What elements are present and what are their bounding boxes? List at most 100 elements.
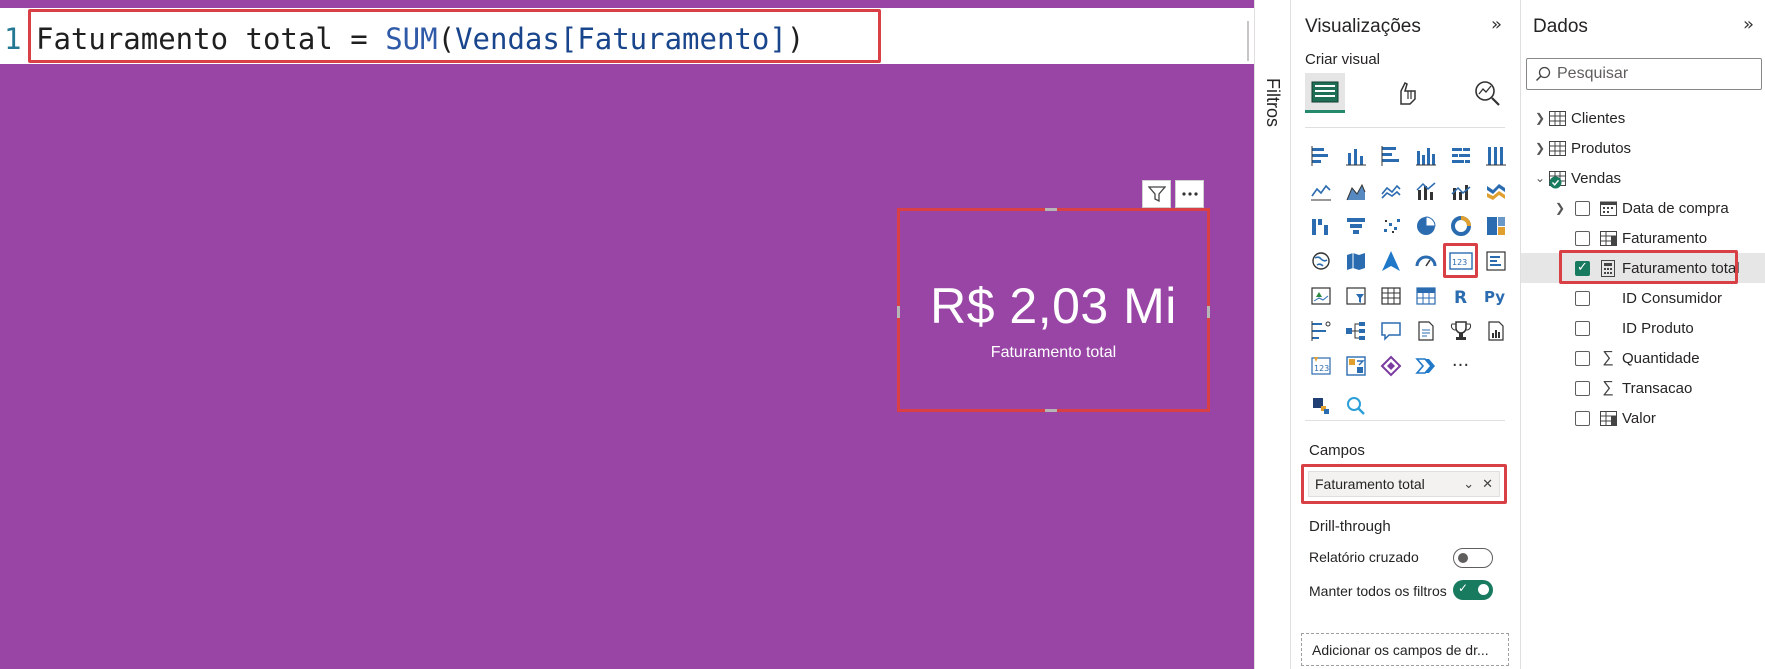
clustered-bar-chart-icon[interactable] [1373,138,1408,173]
field-parameter-icon[interactable] [1303,388,1338,423]
field-row-id-produto[interactable]: ID Produto [1521,313,1765,343]
decomposition-tree-icon[interactable] [1338,313,1373,348]
field-name: Transacao [1622,379,1693,397]
keep-all-filters-toggle[interactable]: ✓ [1453,580,1493,600]
resize-handle[interactable] [1207,306,1210,318]
field-row-faturamento[interactable]: Faturamento [1521,223,1765,253]
extra-visual-tools [1303,388,1373,423]
dax-formula-bar[interactable]: 1 Faturamento total = SUM(Vendas[Faturam… [0,8,1277,64]
card-visual[interactable]: R$ 2,03 Mi Faturamento total [897,208,1210,412]
donut-chart-icon[interactable] [1443,208,1478,243]
line-chart-icon[interactable] [1303,173,1338,208]
field-row-faturamento-total[interactable]: Faturamento total [1521,253,1765,283]
chevron-down-icon[interactable]: ⌄ [1463,476,1474,492]
100-stacked-column-chart-icon[interactable] [1478,138,1513,173]
data-search-box[interactable] [1526,58,1762,90]
more-options-icon[interactable] [1175,180,1204,208]
python-visual-icon[interactable]: Py [1478,278,1513,313]
collapse-pane-icon[interactable]: » [1743,14,1754,35]
stacked-bar-chart-icon[interactable] [1303,138,1338,173]
line-and-clustered-column-icon[interactable] [1443,173,1478,208]
field-checkbox-checked[interactable] [1575,259,1590,276]
field-row-valor[interactable]: Valor [1521,403,1765,433]
pie-chart-icon[interactable] [1408,208,1443,243]
card-visual-icon[interactable]: 123 [1443,243,1478,278]
r-script-visual-icon[interactable]: R [1443,278,1478,313]
formula-table: Vendas [455,22,560,56]
paginated-report-icon[interactable] [1478,313,1513,348]
field-row-quantidade[interactable]: ∑ Quantidade [1521,343,1765,373]
table-visual-icon[interactable] [1373,278,1408,313]
field-name: Valor [1622,409,1656,427]
field-checkbox[interactable] [1575,380,1590,396]
power-apps-icon[interactable]: 123 [1303,348,1338,383]
stacked-area-chart-icon[interactable] [1373,173,1408,208]
map-icon[interactable] [1303,243,1338,278]
field-checkbox[interactable] [1575,350,1590,366]
clustered-column-chart-icon[interactable] [1408,138,1443,173]
100-stacked-bar-chart-icon[interactable] [1443,138,1478,173]
visualizations-title: Visualizações [1305,16,1421,37]
ribbon-chart-icon[interactable] [1478,173,1513,208]
resize-handle[interactable] [1045,208,1057,211]
resize-handle[interactable] [1045,409,1057,412]
table-row-clientes[interactable]: ❯ Clientes [1521,103,1765,133]
azure-map-icon[interactable] [1373,243,1408,278]
table-name: Produtos [1571,139,1632,157]
tab-analytics[interactable] [1467,73,1507,113]
field-row-id-consumidor[interactable]: ID Consumidor [1521,283,1765,313]
field-checkbox[interactable] [1575,410,1590,426]
drill-through-drop-zone[interactable]: Adicionar os campos de dr... [1301,633,1509,666]
field-checkbox[interactable] [1575,320,1590,336]
chevron-down-icon[interactable]: ⌄ [1533,171,1547,185]
dax-formula-input[interactable]: Faturamento total = SUM(Vendas[Faturamen… [28,9,881,63]
data-pane: Dados » ❯ Clientes ❯ Produtos ⌄ Vendas ❯… [1520,0,1765,669]
field-checkbox[interactable] [1575,290,1590,306]
treemap-icon[interactable] [1478,208,1513,243]
field-row-transacao[interactable]: ∑ Transacao [1521,373,1765,403]
collapse-pane-icon[interactable]: » [1491,14,1502,35]
formula-measure-name: Faturamento total [36,22,333,56]
metrics-trophy-icon[interactable] [1443,313,1478,348]
line-and-stacked-column-icon[interactable] [1408,173,1443,208]
slicer-icon[interactable] [1338,278,1373,313]
stacked-column-chart-icon[interactable] [1338,138,1373,173]
table-row-produtos[interactable]: ❯ Produtos [1521,133,1765,163]
filter-icon[interactable] [1142,180,1171,208]
formula-column: [Faturamento] [559,22,787,56]
chevron-right-icon[interactable]: ❯ [1553,201,1567,215]
report-canvas[interactable]: 1 Faturamento total = SUM(Vendas[Faturam… [0,0,1277,669]
filters-pane-label[interactable]: Filtros [1262,78,1283,127]
tab-build-visual[interactable] [1305,73,1345,113]
kpi-icon[interactable] [1303,278,1338,313]
power-automate-flow-icon[interactable] [1408,348,1443,383]
field-row-data-de-compra[interactable]: ❯ Data de compra [1521,193,1765,223]
filled-map-icon[interactable] [1338,243,1373,278]
tab-format-visual[interactable] [1387,73,1427,113]
search-input[interactable] [1557,65,1747,83]
gauge-icon[interactable] [1408,243,1443,278]
close-icon[interactable]: ✕ [1482,476,1493,492]
field-checkbox[interactable] [1575,200,1590,216]
qa-visual-icon[interactable] [1373,313,1408,348]
field-pill[interactable]: Faturamento total ⌄ ✕ [1308,471,1500,497]
table-row-vendas[interactable]: ⌄ Vendas [1521,163,1765,193]
funnel-chart-icon[interactable] [1338,208,1373,243]
chevron-right-icon[interactable]: ❯ [1533,111,1547,125]
field-name: ID Consumidor [1622,289,1723,307]
search-visuals-icon[interactable] [1338,388,1373,423]
matrix-visual-icon[interactable] [1408,278,1443,313]
area-chart-icon[interactable] [1338,173,1373,208]
fields-well[interactable]: Faturamento total ⌄ ✕ [1301,464,1507,504]
waterfall-chart-icon[interactable] [1303,208,1338,243]
power-automate-icon[interactable] [1338,348,1373,383]
cross-report-toggle[interactable] [1453,548,1493,568]
key-influencers-icon[interactable] [1303,313,1338,348]
multi-row-card-icon[interactable] [1478,243,1513,278]
more-visuals-icon[interactable]: ··· [1443,348,1478,383]
chevron-right-icon[interactable]: ❯ [1533,141,1547,155]
smart-narrative-icon[interactable] [1408,313,1443,348]
power-apps-diamond-icon[interactable] [1373,348,1408,383]
field-checkbox[interactable] [1575,230,1590,246]
scatter-chart-icon[interactable] [1373,208,1408,243]
